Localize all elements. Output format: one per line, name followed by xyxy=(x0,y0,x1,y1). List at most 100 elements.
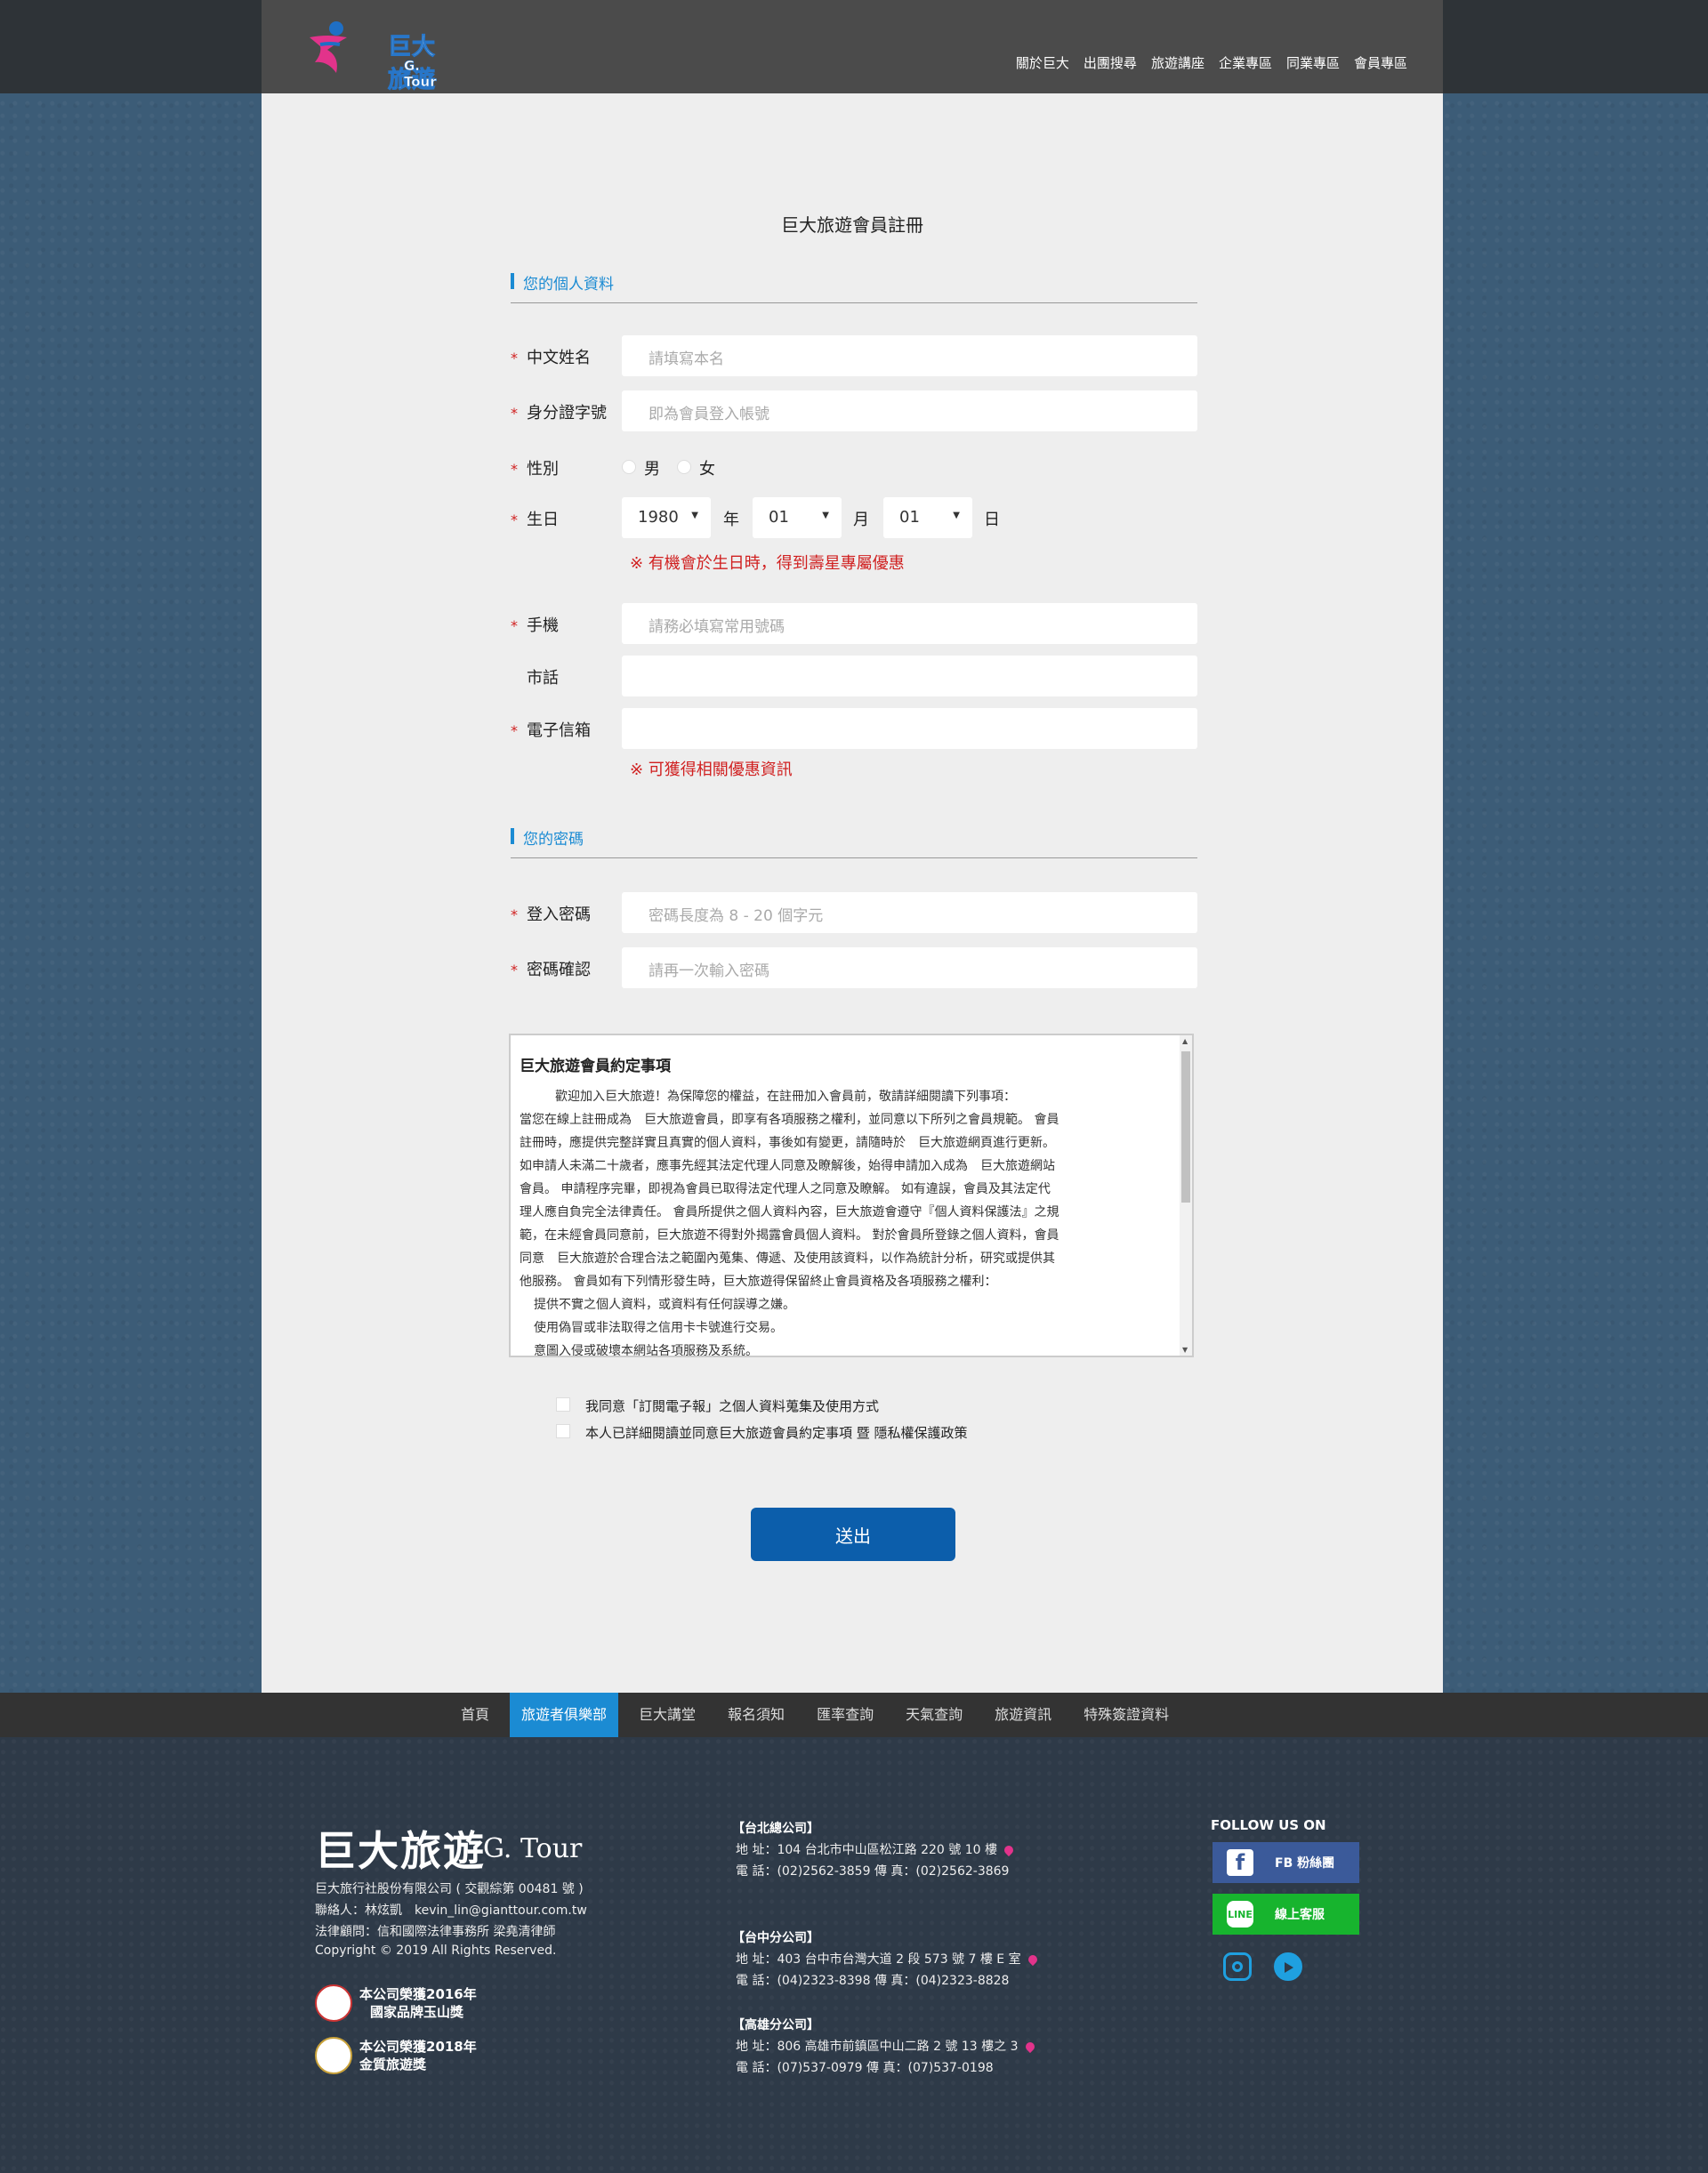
section-personal-info: 您的個人資料 xyxy=(511,268,1197,303)
birth-year-select[interactable]: 1980 ▼ xyxy=(622,497,711,538)
page-title: 巨大旅遊會員註冊 xyxy=(781,214,923,236)
nav-enterprise[interactable]: 企業專區 xyxy=(1219,53,1272,72)
office-taichung-address: 地 址：403 台中市台灣大道 2 段 573 號 7 樓 E 室 xyxy=(736,1950,1039,1968)
newsletter-checkbox[interactable] xyxy=(556,1397,570,1412)
phone-label: 市話 xyxy=(527,669,559,688)
birth-day-select[interactable]: 01 ▼ xyxy=(883,497,972,538)
agree-terms-checkbox[interactable] xyxy=(556,1424,570,1438)
terms-line: 註冊時，應提供完整詳實且真實的個人資料，事後如有變更，請隨時於 巨大旅遊網頁進行… xyxy=(520,1136,1055,1150)
section-password: 您的密碼 xyxy=(511,823,1197,858)
youtube-icon[interactable] xyxy=(1274,1952,1302,1981)
office-kaohsiung-phone: 電 話：(07)537-0979 傳 真：(07)537-0198 xyxy=(736,2061,994,2075)
day-unit: 日 xyxy=(984,511,1000,529)
footer-company: 巨大旅行社股份有限公司 ( 交觀綜第 00481 號 ) xyxy=(315,1882,584,1896)
bottom-nav-lecture[interactable]: 巨大講堂 xyxy=(627,1693,707,1737)
terms-line: 他服務。 會員如有下列情形發生時，巨大旅遊得保留終止會員資格及各項服務之權利： xyxy=(520,1275,997,1289)
phone-input[interactable] xyxy=(622,656,1197,696)
footer-logo-sub: G. Tour xyxy=(483,1833,583,1864)
bottom-nav-travel-info[interactable]: 旅遊資訊 xyxy=(983,1693,1063,1737)
map-pin-icon[interactable] xyxy=(1023,2040,1036,2054)
agree-terms-label: 本人已詳細閱讀並同意巨大旅遊會員約定事項 暨 隱私權保護政策 xyxy=(585,1425,968,1441)
nav-about[interactable]: 關於巨大 xyxy=(1016,53,1069,72)
id-number-label: * 身分證字號 xyxy=(511,404,607,423)
scroll-up-icon[interactable]: ▲ xyxy=(1182,1037,1188,1045)
terms-line: 同意 巨大旅遊於合理合法之範圍內蒐集、傳遞、及使用該資料，以作為統計分析，研究或… xyxy=(520,1251,1055,1266)
caret-down-icon: ▼ xyxy=(822,511,829,520)
gender-female-radio[interactable] xyxy=(677,460,691,474)
required-mark: * xyxy=(511,461,518,478)
terms-scrollbar[interactable]: ▲ ▼ xyxy=(1180,1035,1192,1356)
office-kaohsiung-name: 【高雄分公司】 xyxy=(732,2018,819,2032)
required-mark: * xyxy=(511,722,518,739)
nav-lectures[interactable]: 旅遊講座 xyxy=(1151,53,1204,72)
email-label: * 電子信箱 xyxy=(511,721,591,740)
mobile-label: * 手機 xyxy=(511,616,559,635)
password-placeholder: 密碼長度為 8 - 20 個字元 xyxy=(649,907,824,925)
terms-line: 範，在未經會員同意前，巨大旅遊不得對外揭露會員個人資料。 對於會員所登錄之個人資… xyxy=(520,1228,1059,1243)
office-taipei-name: 【台北總公司】 xyxy=(732,1822,819,1836)
facebook-button[interactable]: f FB 粉絲團 xyxy=(1213,1842,1359,1883)
birthday-note: ※ 有機會於生日時，得到壽星專屬優惠 xyxy=(630,554,905,573)
line-button[interactable]: LINE 線上客服 xyxy=(1213,1894,1359,1935)
bottom-nav-visa[interactable]: 特殊簽證資料 xyxy=(1072,1693,1180,1737)
name-placeholder: 請填寫本名 xyxy=(649,350,724,368)
submit-button[interactable]: 送出 xyxy=(751,1508,955,1561)
mobile-input[interactable]: 請務必填寫常用號碼 xyxy=(622,603,1197,644)
bottom-nav-signup-info[interactable]: 報名須知 xyxy=(716,1693,796,1737)
required-mark: * xyxy=(511,617,518,634)
map-pin-icon[interactable] xyxy=(1002,1843,1016,1857)
scroll-thumb[interactable] xyxy=(1181,1051,1190,1203)
bottom-nav-home[interactable]: 首頁 xyxy=(449,1693,501,1737)
required-mark: * xyxy=(511,511,518,528)
scroll-down-icon[interactable]: ▼ xyxy=(1182,1346,1188,1354)
gender-male-radio[interactable] xyxy=(622,460,636,474)
office-kaohsiung-address: 地 址：806 高雄市前鎮區中山二路 2 號 13 樓之 3 xyxy=(736,2037,1036,2055)
terms-line: 歡迎加入巨大旅遊！為保障您的權益，在註冊加入會員前，敬請詳細閱讀下列事項： xyxy=(555,1090,1016,1104)
required-mark: * xyxy=(511,405,518,422)
bottom-nav-club[interactable]: 旅遊者俱樂部 xyxy=(510,1693,619,1737)
logo-sub-text: G. Tour xyxy=(404,58,437,91)
instagram-icon[interactable] xyxy=(1223,1952,1252,1981)
name-input[interactable]: 請填寫本名 xyxy=(622,335,1197,376)
office-taipei-address: 地 址：104 台北市中山區松江路 220 號 10 樓 xyxy=(736,1840,1016,1858)
bottom-nav: 首頁 旅遊者俱樂部 巨大講堂 報名須知 匯率查詢 天氣查詢 旅遊資訊 特殊簽證資… xyxy=(0,1693,1708,1737)
section-bar xyxy=(511,828,514,844)
terms-line: 理人應自負完全法律責任。 會員所提供之個人資料內容，巨大旅遊會遵守『個人資料保護… xyxy=(520,1205,1059,1219)
password-confirm-input[interactable]: 請再一次輸入密碼 xyxy=(622,947,1197,988)
follow-us-label: FOLLOW US ON xyxy=(1211,1817,1326,1833)
award-gold-travel: 本公司榮獲2018年 金質旅遊獎 xyxy=(315,2037,477,2074)
footer-contact: 聯絡人：林炫凱 kevin_lin@gianttour.com.tw xyxy=(315,1903,587,1918)
birth-month-select[interactable]: 01 ▼ xyxy=(753,497,842,538)
section-title: 您的個人資料 xyxy=(523,276,614,294)
award-badge-icon xyxy=(315,1984,352,2022)
nav-agency[interactable]: 同業專區 xyxy=(1286,53,1340,72)
nav-member[interactable]: 會員專區 xyxy=(1354,53,1407,72)
newsletter-label: 我同意「訂閱電子報」之個人資料蒐集及使用方式 xyxy=(585,1398,880,1414)
bottom-nav-weather[interactable]: 天氣查詢 xyxy=(894,1693,974,1737)
terms-line: 當您在線上註冊成為 巨大旅遊會員，即享有各項服務之權利，並同意以下所列之會員規範… xyxy=(520,1113,1059,1127)
nav-tour-search[interactable]: 出團搜尋 xyxy=(1084,53,1137,72)
gender-male-label: 男 xyxy=(644,460,660,479)
section-title: 您的密碼 xyxy=(523,831,584,849)
birthday-label: * 生日 xyxy=(511,511,559,529)
terms-box[interactable]: 巨大旅遊會員約定事項 歡迎加入巨大旅遊！為保障您的權益，在註冊加入會員前，敬請詳… xyxy=(509,1034,1194,1357)
caret-down-icon: ▼ xyxy=(691,511,698,520)
bottom-nav-exchange-rate[interactable]: 匯率查詢 xyxy=(805,1693,885,1737)
password-confirm-placeholder: 請再一次輸入密碼 xyxy=(649,962,769,980)
id-number-input[interactable]: 即為會員登入帳號 xyxy=(622,390,1197,431)
required-mark: * xyxy=(511,962,518,978)
award-jade-mountain: 本公司榮獲2016年 國家品牌玉山獎 xyxy=(315,1984,477,2022)
email-input[interactable] xyxy=(622,708,1197,749)
password-confirm-label: * 密碼確認 xyxy=(511,961,591,979)
email-note: ※ 可獲得相關優惠資訊 xyxy=(630,761,793,779)
footer-logo-main: 巨大旅遊 xyxy=(315,1827,486,1875)
footer-copyright: Copyright © 2019 All Rights Reserved. xyxy=(315,1944,557,1958)
site-header: 巨大旅遊 G. Tour 關於巨大 出團搜尋 旅遊講座 企業專區 同業專區 會員… xyxy=(262,0,1443,94)
map-pin-icon[interactable] xyxy=(1026,1952,1039,1967)
office-taichung-name: 【台中分公司】 xyxy=(732,1931,819,1945)
award-medal-icon xyxy=(315,2037,352,2074)
terms-line: 意圖入侵或破壞本網站各項服務及系統。 xyxy=(534,1344,758,1357)
required-mark: * xyxy=(511,350,518,366)
password-input[interactable]: 密碼長度為 8 - 20 個字元 xyxy=(622,892,1197,933)
site-logo[interactable]: 巨大旅遊 G. Tour xyxy=(301,18,443,94)
